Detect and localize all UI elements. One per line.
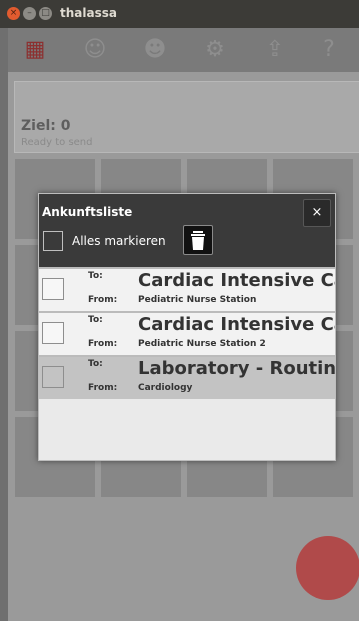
user-add-icon[interactable]: ☻ [134,32,176,68]
select-all-label[interactable]: Alles markieren [72,234,166,248]
list-item[interactable]: To: Laboratory - Routine From: Cardiolog… [39,355,335,399]
to-value: Laboratory - Routine [138,358,335,379]
row-checkbox[interactable] [42,278,64,300]
grid-icon[interactable]: ▦ [14,32,56,68]
ziel-count: Ziel: 0 [21,118,71,134]
select-all-checkbox[interactable] [43,231,63,251]
dialog-title: Ankunftsliste [42,205,133,219]
status-text: Ready to send [21,137,93,148]
to-label: To: [88,315,103,325]
list-item[interactable]: To: Cardiac Intensive Care From: Pediatr… [39,267,335,311]
from-label: From: [88,383,118,393]
help-icon[interactable]: ? [308,32,350,68]
trash-icon [191,231,205,250]
upload-icon[interactable]: ⇪ [254,32,296,68]
dialog-header: Ankunftsliste × Alles markieren [39,194,335,267]
window-titlebar: × – □ thalassa [0,0,359,28]
from-value: Pediatric Nurse Station [138,295,257,305]
list-item[interactable]: To: Cardiac Intensive Care From: Pediatr… [39,311,335,355]
row-checkbox[interactable] [42,322,64,344]
from-label: From: [88,339,118,349]
from-label: From: [88,295,118,305]
to-label: To: [88,359,103,369]
window-close-button[interactable]: × [7,7,20,20]
info-panel: Ziel: 0 Ready to send [14,81,359,153]
window-maximize-button[interactable]: □ [39,7,52,20]
toolbar: ▦ ☺ ☻ ⚙ ⇪ ? [8,28,359,72]
from-value: Pediatric Nurse Station 2 [138,339,266,349]
send-button[interactable] [296,536,359,600]
left-edge [0,28,8,621]
to-label: To: [88,271,103,281]
dialog-close-button[interactable]: × [303,199,331,227]
from-value: Cardiology [138,383,193,393]
user-icon[interactable]: ☺ [74,32,116,68]
to-value: Cardiac Intensive Care [138,314,335,335]
row-checkbox[interactable] [42,366,64,388]
to-value: Cardiac Intensive Care [138,270,335,291]
gear-icon[interactable]: ⚙ [194,32,236,68]
delete-button[interactable] [183,225,213,255]
window-title: thalassa [60,6,117,20]
window-minimize-button[interactable]: – [23,7,36,20]
arrival-list-dialog: Ankunftsliste × Alles markieren To: Card… [38,193,336,461]
